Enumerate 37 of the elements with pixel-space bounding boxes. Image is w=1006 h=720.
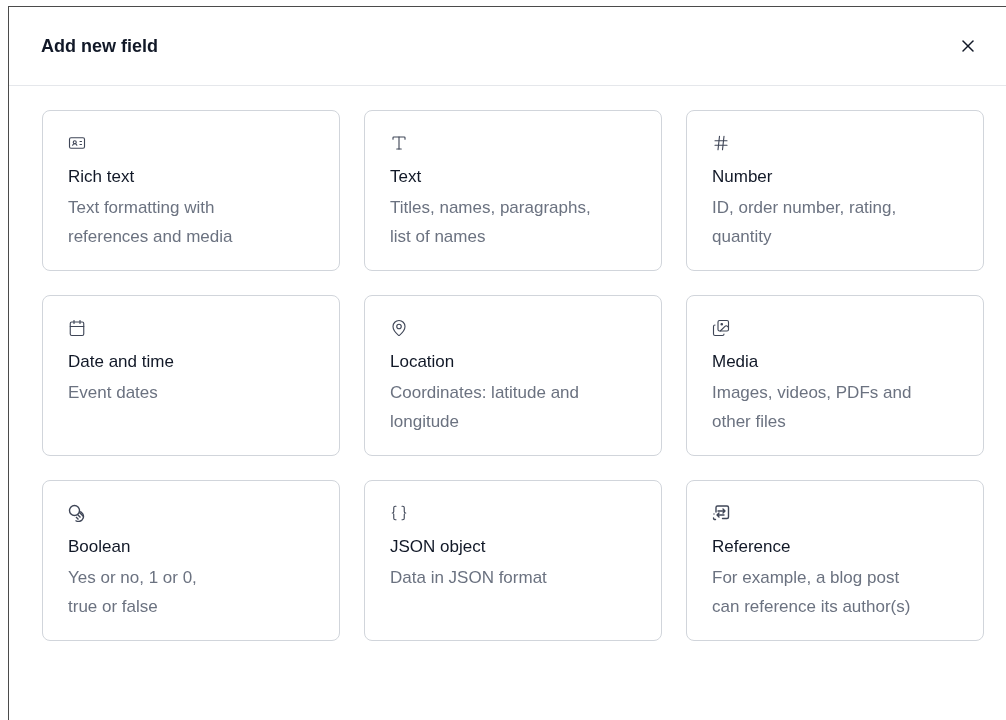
overlapping-circles-icon — [68, 504, 86, 522]
field-type-card[interactable]: Location Coordinates: latitude and longitude — [364, 295, 662, 456]
field-type-name: Number — [712, 166, 773, 188]
id-card-icon — [68, 134, 86, 152]
field-type-card[interactable]: JSON object Data in JSON format — [364, 480, 662, 641]
braces-icon — [390, 504, 408, 522]
swap-arrows-icon — [712, 504, 730, 522]
field-type-card[interactable]: Text Titles, names, paragraphs, list of names — [364, 110, 662, 271]
hash-icon — [712, 134, 730, 152]
field-type-description: Yes or no, 1 or 0, true or false — [68, 567, 198, 618]
field-type-name: Media — [712, 351, 759, 373]
field-type-description: Text formatting with references and media — [68, 197, 234, 248]
dialog-title: Add new field — [41, 34, 158, 58]
field-type-name: Text — [390, 166, 422, 188]
field-type-name: Boolean — [68, 536, 131, 558]
field-type-name: Location — [390, 351, 455, 373]
field-type-description: For example, a blog post can reference its author(s) — [712, 567, 912, 618]
field-type-description: Titles, names, paragraphs, list of names — [390, 197, 592, 248]
field-type-name: Date and time — [68, 351, 174, 373]
calendar-icon — [68, 319, 86, 337]
field-type-description: Event dates — [68, 382, 159, 404]
field-type-card[interactable]: Boolean Yes or no, 1 or 0, true or false — [42, 480, 340, 641]
field-type-description: ID, order number, rating, quantity — [712, 197, 898, 248]
field-type-card[interactable]: Media Images, videos, PDFs and other files — [686, 295, 984, 456]
field-type-name: Reference — [712, 536, 791, 558]
images-icon — [712, 319, 730, 337]
map-pin-icon — [390, 319, 408, 337]
field-type-card[interactable]: Rich text Text formatting with references and media — [42, 110, 340, 271]
field-type-name: Rich text — [68, 166, 135, 188]
field-type-card[interactable]: Number ID, order number, rating, quantity — [686, 110, 984, 271]
field-type-description: Coordinates: latitude and longitude — [390, 382, 581, 433]
field-type-description: Images, videos, PDFs and other files — [712, 382, 913, 433]
field-type-card[interactable]: Reference For example, a blog post can reference its author(s) — [686, 480, 984, 641]
field-type-name: JSON object — [390, 536, 486, 558]
field-type-description: Data in JSON format — [390, 567, 548, 589]
text-icon — [390, 134, 408, 152]
field-type-card[interactable]: Date and time Event dates — [42, 295, 340, 456]
